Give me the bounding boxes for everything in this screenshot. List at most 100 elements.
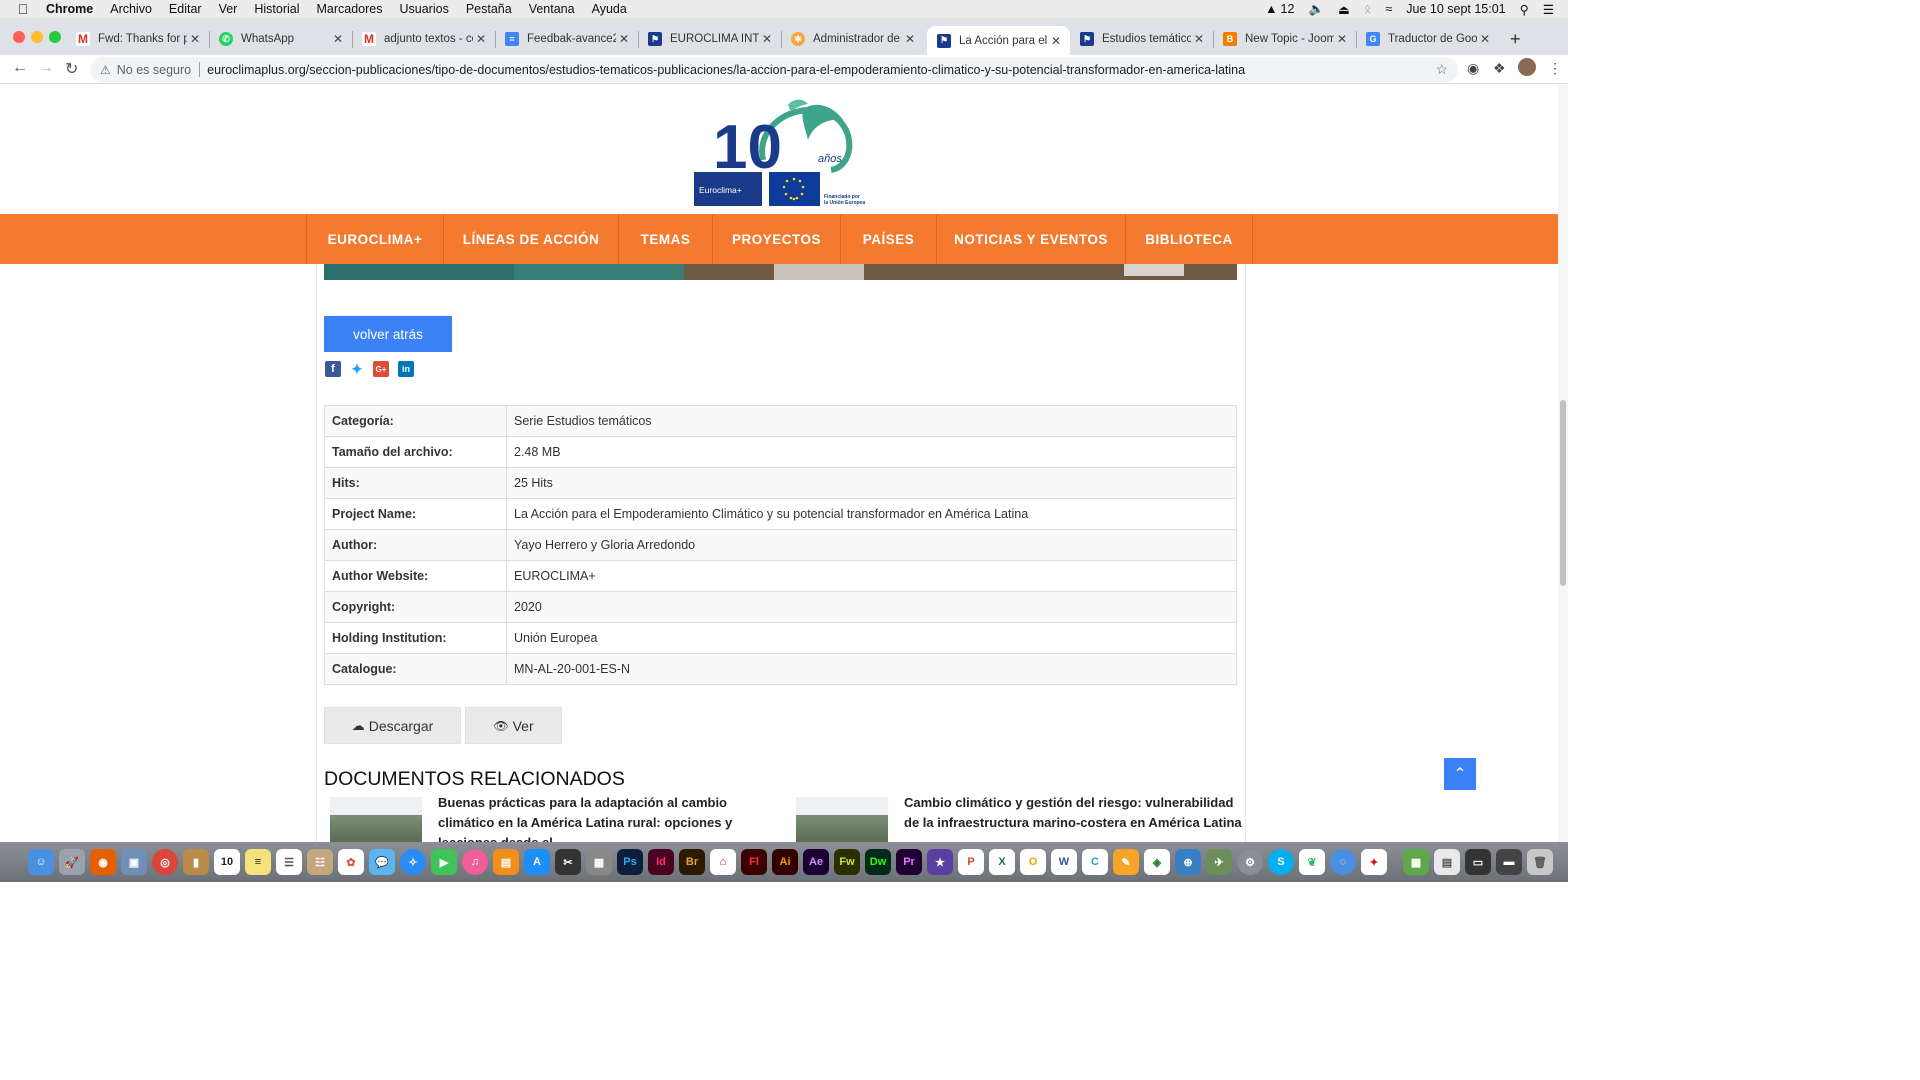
url-text[interactable]: euroclimaplus.org/seccion-publicaciones/…	[207, 63, 1427, 77]
bluetooth-icon[interactable]: ᛟ	[1364, 2, 1372, 16]
maximize-window-button[interactable]	[49, 31, 61, 43]
twitter-icon[interactable]: ✦	[349, 361, 365, 377]
app-store-icon[interactable]: A	[524, 849, 550, 875]
close-tab-icon[interactable]: ✕	[1334, 32, 1350, 46]
scrollbar-thumb[interactable]	[1560, 400, 1566, 586]
menu-historial[interactable]: Historial	[254, 2, 299, 16]
imovie-icon[interactable]: ★	[927, 849, 953, 875]
googleplus-icon[interactable]: G+	[373, 361, 389, 377]
close-window-button[interactable]	[13, 31, 25, 43]
indesign-icon[interactable]: Id	[648, 849, 674, 875]
facetime-icon[interactable]: ▶	[431, 849, 457, 875]
desktop-stack-icon[interactable]: ▬	[1496, 849, 1522, 875]
downloads-folder-icon[interactable]: ▦	[1403, 849, 1429, 875]
related-document-title[interactable]: Buenas prácticas para la adaptación al c…	[438, 793, 778, 842]
apple-menu-icon[interactable]: 	[14, 0, 32, 18]
minimize-window-button[interactable]	[31, 31, 43, 43]
related-document-thumbnail[interactable]	[796, 797, 888, 842]
preview-icon[interactable]: ▣	[121, 849, 147, 875]
documents-stack-icon[interactable]: ▤	[1434, 849, 1460, 875]
utility-icon[interactable]: ✈	[1206, 849, 1232, 875]
close-tab-icon[interactable]: ✕	[473, 32, 489, 46]
presentation-icon[interactable]: P	[958, 849, 984, 875]
pdf-icon[interactable]: ✦	[1361, 849, 1387, 875]
euroclima-logo[interactable]: 10 años Euroclima+ Financiado por la Unió…	[693, 90, 873, 212]
browser-tab[interactable]: ⚑ Estudios temáticos ✕	[1070, 24, 1213, 54]
bridge-icon[interactable]: Br	[679, 849, 705, 875]
volume-icon[interactable]: 🔈	[1308, 2, 1324, 17]
close-tab-icon[interactable]: ✕	[1477, 32, 1493, 46]
address-bar[interactable]: ⚠ No es seguro euroclimaplus.org/seccion…	[90, 57, 1458, 82]
books-icon[interactable]: ▮	[183, 849, 209, 875]
messages-icon[interactable]: 💬	[369, 849, 395, 875]
close-tab-icon[interactable]: ✕	[616, 32, 632, 46]
browser-tab-active[interactable]: ⚑ La Acción para el E ✕	[927, 26, 1070, 55]
nav-noticias-y-eventos[interactable]: NOTICIAS Y EVENTOS	[936, 214, 1125, 264]
firefox-icon[interactable]: ◉	[90, 849, 116, 875]
extensions-puzzle-icon[interactable]: ❖	[1493, 60, 1506, 77]
related-document-card[interactable]: Cambio climático y gestión del riesgo: v…	[796, 793, 1246, 842]
close-tab-icon[interactable]: ✕	[1048, 34, 1064, 48]
c-app-icon[interactable]: C	[1082, 849, 1108, 875]
view-button[interactable]: 👁 Ver	[465, 707, 562, 744]
reminders-icon[interactable]: ☰	[276, 849, 302, 875]
menu-app-name[interactable]: Chrome	[46, 2, 93, 16]
menu-ver[interactable]: Ver	[219, 2, 238, 16]
screen-recording-icon[interactable]: ▭	[1465, 849, 1491, 875]
excel-icon[interactable]: X	[989, 849, 1015, 875]
system-preferences-icon[interactable]: ⚙	[1237, 849, 1263, 875]
warning-icon[interactable]: ⚠	[100, 63, 111, 77]
calendar-icon[interactable]: 10	[214, 849, 240, 875]
launchpad-icon[interactable]: 🚀	[59, 849, 85, 875]
contacts-icon[interactable]: ☷	[307, 849, 333, 875]
extension-circle-icon[interactable]: ◉	[1467, 60, 1479, 77]
acrobat-icon[interactable]: ⌂	[710, 849, 736, 875]
reload-icon[interactable]: ↻	[65, 59, 78, 79]
forward-arrow-icon[interactable]: →	[38, 59, 54, 77]
nav-paises[interactable]: PAÍSES	[840, 214, 936, 264]
word-icon[interactable]: W	[1051, 849, 1077, 875]
linkedin-icon[interactable]: in	[398, 361, 414, 377]
browser-tab[interactable]: M adjunto textos - co ✕	[352, 24, 495, 54]
nav-lineas-de-accion[interactable]: LÍNEAS DE ACCIÓN	[443, 214, 618, 264]
browser-tab[interactable]: ≡ Feedbak-avance2 ✕	[495, 24, 638, 54]
evernote-icon[interactable]: ❦	[1299, 849, 1325, 875]
chrome-menu-icon[interactable]: ⋮	[1548, 60, 1562, 77]
flash-icon[interactable]: Fl	[741, 849, 767, 875]
menu-pestana[interactable]: Pestaña	[466, 2, 512, 16]
new-tab-button[interactable]: +	[1510, 29, 1521, 50]
menu-ventana[interactable]: Ventana	[529, 2, 575, 16]
photos-icon[interactable]: ✿	[338, 849, 364, 875]
security-label[interactable]: No es seguro	[117, 63, 191, 77]
nav-biblioteca[interactable]: BIBLIOTECA	[1125, 214, 1253, 264]
related-document-thumbnail[interactable]	[330, 797, 422, 842]
network-icon[interactable]: ⊕	[1175, 849, 1201, 875]
menu-archivo[interactable]: Archivo	[110, 2, 152, 16]
bookmark-star-icon[interactable]: ☆	[1435, 61, 1448, 78]
menu-editar[interactable]: Editar	[169, 2, 202, 16]
screenshot-icon[interactable]: ▦	[586, 849, 612, 875]
dreamweaver-icon[interactable]: Dw	[865, 849, 891, 875]
wifi-icon[interactable]: ≈	[1385, 2, 1392, 16]
browser-tab[interactable]: ✻ Administrador de d ✕	[781, 24, 924, 54]
close-tab-icon[interactable]: ✕	[1191, 32, 1207, 46]
close-tab-icon[interactable]: ✕	[759, 32, 775, 46]
safari-icon[interactable]: ✧	[400, 849, 426, 875]
notification-center-icon[interactable]: ☰	[1543, 2, 1554, 17]
photoshop-icon[interactable]: Ps	[617, 849, 643, 875]
notes-icon[interactable]: ≡	[245, 849, 271, 875]
after-effects-icon[interactable]: Ae	[803, 849, 829, 875]
clock-text[interactable]: Jue 10 sept 15:01	[1406, 2, 1505, 16]
eject-icon[interactable]: ⏏	[1338, 2, 1350, 17]
page-scrollbar[interactable]	[1558, 85, 1568, 842]
menu-marcadores[interactable]: Marcadores	[317, 2, 383, 16]
final-cut-icon[interactable]: ✂	[555, 849, 581, 875]
browser-tab[interactable]: B New Topic - Joom ✕	[1213, 24, 1356, 54]
browser-tab[interactable]: ⚑ EUROCLIMA INTRA ✕	[638, 24, 781, 54]
close-tab-icon[interactable]: ✕	[330, 32, 346, 46]
itunes-icon[interactable]: ♫	[462, 849, 488, 875]
chrome-icon[interactable]: ◎	[152, 849, 178, 875]
back-button[interactable]: volver atrás	[324, 316, 452, 352]
close-tab-icon[interactable]: ✕	[902, 32, 918, 46]
browser-tab[interactable]: G Traductor de Goog ✕	[1356, 24, 1499, 54]
